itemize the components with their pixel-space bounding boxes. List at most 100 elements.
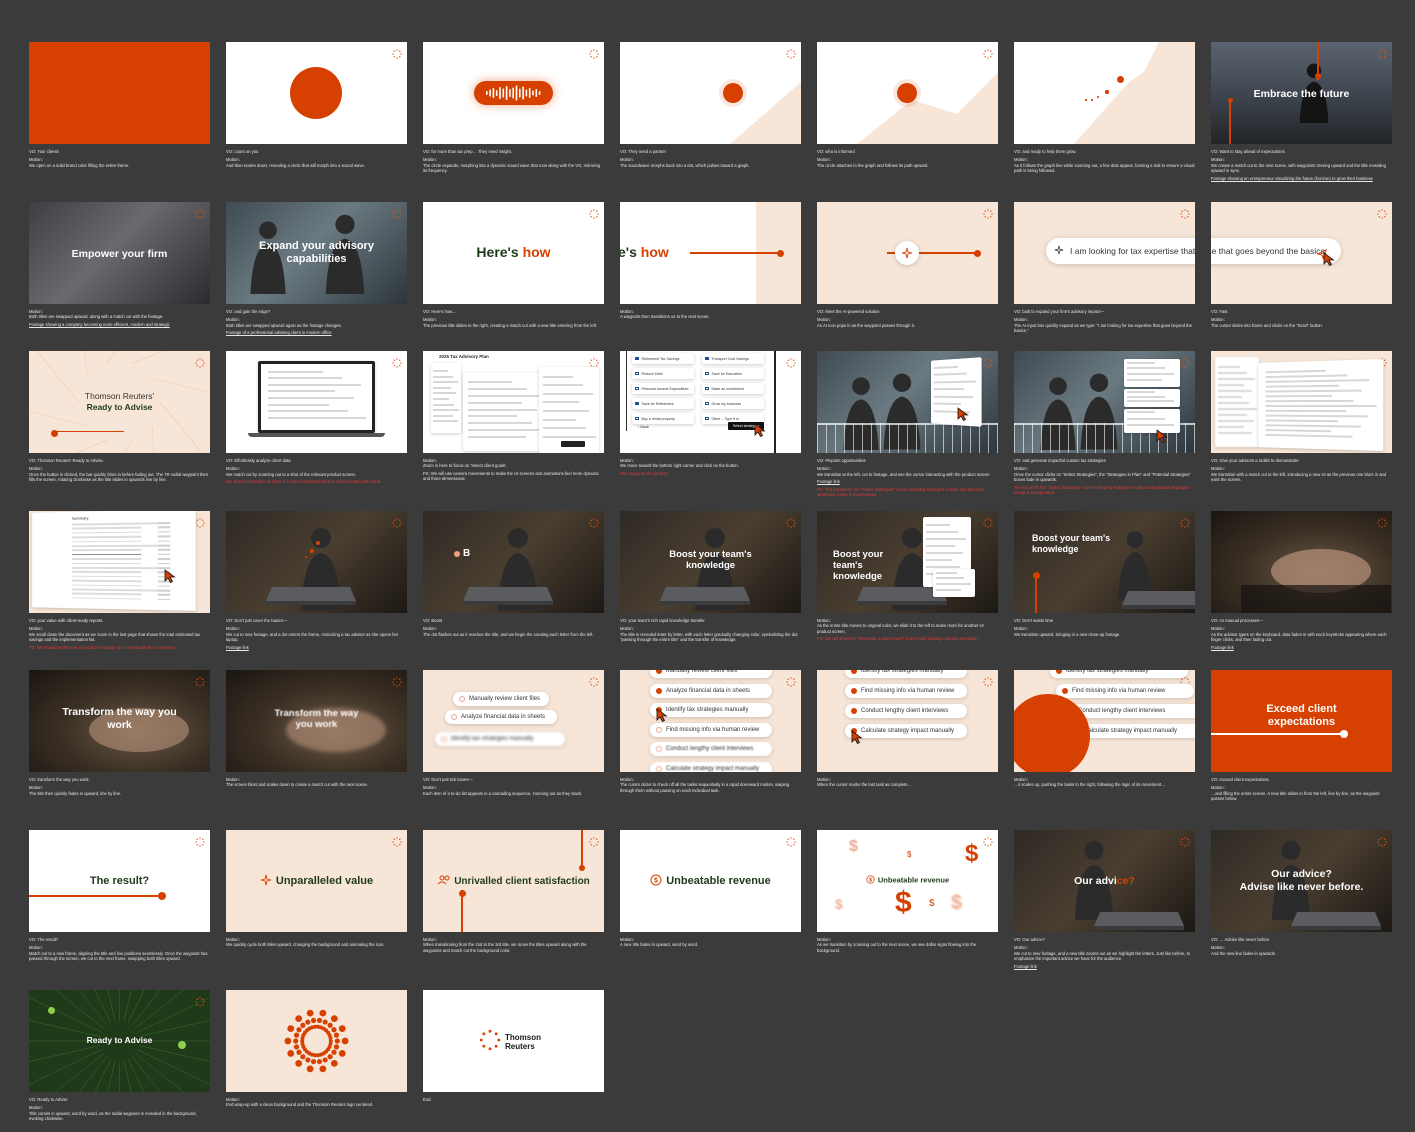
frame-thumbnail[interactable]: e's how <box>620 202 801 304</box>
footage-link[interactable]: Footage of a professional advising clien… <box>226 330 407 335</box>
strategy-option[interactable]: Buy a rental property <box>632 413 694 424</box>
frame-thumbnail[interactable]: Expand your advisory capabilities <box>226 202 407 304</box>
frame-thumbnail[interactable]: Unrivalled client satisfaction <box>423 830 604 932</box>
storyboard-frame[interactable]: e's how Motion: A waypoint then transition… <box>620 202 801 320</box>
back-link[interactable]: ‹ Back <box>638 425 649 429</box>
strategy-option[interactable]: Transport Cost Savings <box>702 353 764 364</box>
storyboard-frame[interactable]: Identify tax strategies manually Find mis… <box>817 670 998 788</box>
frame-thumbnail[interactable] <box>1014 351 1195 453</box>
storyboard-frame[interactable]: Embrace the future VO: Want to stay ahead… <box>1211 42 1392 181</box>
footage-link[interactable]: Footage showing an entrepreneur visualiz… <box>1211 176 1392 181</box>
storyboard-frame[interactable]: Empower your firm Motion: Both titles are … <box>29 202 210 327</box>
frame-thumbnail[interactable]: Ready to Advise <box>29 990 210 1092</box>
storyboard-frame[interactable]: Boost your team's knowledge Motion: As the… <box>817 511 998 642</box>
storyboard-frame[interactable]: Thomson Reuters End. <box>423 990 604 1102</box>
storyboard-frame[interactable]: VO: and generate impactful custom tax st… <box>1014 351 1195 495</box>
select-button[interactable] <box>561 441 585 447</box>
frame-thumbnail[interactable]: Unparalleled value <box>226 830 407 932</box>
frame-thumbnail[interactable] <box>226 42 407 144</box>
frame-thumbnail[interactable]: Manually review client files Analyze fina… <box>423 670 604 772</box>
storyboard-frame[interactable]: VO: Pinpoint opportunities Motion: We tran… <box>817 351 998 497</box>
frame-thumbnail[interactable]: I am looking for tax expertise that goes… <box>1211 202 1392 304</box>
frame-thumbnail[interactable]: Identify tax strategies manually Find mis… <box>817 670 998 772</box>
storyboard-frame[interactable]: Unrivalled client satisfaction Motion: Whe… <box>423 830 604 953</box>
storyboard-frame[interactable]: $ $ $ $ $ $ $ $ Unbeatable revenue Motion: As we t… <box>817 830 998 953</box>
frame-thumbnail[interactable] <box>226 511 407 613</box>
frame-thumbnail[interactable]: Empower your firm <box>29 202 210 304</box>
storyboard-frame[interactable]: Transform the way you work Motion: The scr… <box>226 670 407 788</box>
strategy-option[interactable]: Personal Income Expenditure <box>632 383 694 394</box>
footage-link[interactable]: Footage link <box>1014 964 1195 969</box>
footage-link[interactable]: Footage link <box>1211 645 1392 650</box>
frame-thumbnail[interactable] <box>620 42 801 144</box>
frame-thumbnail[interactable] <box>226 351 407 453</box>
frame-thumbnail[interactable]: Manually review client files Analyze fina… <box>620 670 801 772</box>
frame-thumbnail[interactable]: Our advice? Advise like never before. <box>1211 830 1392 932</box>
storyboard-frame[interactable]: Identify tax strategies manually Find mis… <box>1014 670 1195 788</box>
frame-thumbnail[interactable]: 2025 Tax Advisory Plan <box>423 351 604 453</box>
storyboard-frame[interactable]: Expand your advisory capabilities VO: and… <box>226 202 407 336</box>
frame-thumbnail[interactable] <box>817 202 998 304</box>
storyboard-frame[interactable]: Our advice? VO: Our advice? Motion: We cut … <box>1014 830 1195 969</box>
storyboard-frame[interactable]: Motion: End wrap-up with a clean backgrou… <box>226 990 407 1108</box>
frame-thumbnail[interactable]: Here's how <box>423 202 604 304</box>
storyboard-frame[interactable]: Boost your team's knowledge VO: Don't was… <box>1014 511 1195 637</box>
frame-thumbnail[interactable] <box>1014 42 1195 144</box>
strategy-option[interactable]: Save for Retirement <box>632 398 694 409</box>
frame-thumbnail[interactable]: B <box>423 511 604 613</box>
storyboard-frame[interactable]: VO: Effortlessly analyze client data Moti… <box>226 351 407 485</box>
strategy-option[interactable]: Reduce Debt <box>632 368 694 379</box>
frame-thumbnail[interactable]: The result? <box>29 830 210 932</box>
storyboard-frame[interactable]: VO: Meet the AI-powered solution Motion: A… <box>817 202 998 328</box>
frame-thumbnail[interactable]: Retirement Tax Savings Reduce Debt Persona… <box>620 351 801 453</box>
storyboard-frame[interactable]: Unparalleled value Motion: We quickly cycl… <box>226 830 407 948</box>
frame-thumbnail[interactable]: Boost your team's knowledge <box>620 511 801 613</box>
frame-thumbnail[interactable]: I am looking for tax expertise that goes… <box>1014 202 1195 304</box>
footage-link[interactable]: Footage link <box>817 479 998 484</box>
storyboard-frame[interactable]: VO: and ready to help them grow. Motion: A… <box>1014 42 1195 174</box>
frame-thumbnail[interactable] <box>817 351 998 453</box>
footage-link[interactable]: Footage link <box>226 645 407 650</box>
storyboard-frame[interactable]: Transform the way you work VO: transform … <box>29 670 210 796</box>
storyboard-frame[interactable]: Summary VO: your value with client-ready … <box>29 511 210 650</box>
frame-thumbnail[interactable] <box>1211 511 1392 613</box>
frame-thumbnail[interactable]: Thomson Reuters' Ready to Advise <box>29 351 210 453</box>
storyboard-frame[interactable]: VO: who is informed Motion: The circle att… <box>817 42 998 168</box>
frame-thumbnail[interactable] <box>817 42 998 144</box>
frame-thumbnail[interactable]: Exceed client expectations <box>1211 670 1392 772</box>
frame-thumbnail[interactable]: Boost your team's knowledge <box>817 511 998 613</box>
storyboard-frame[interactable]: Boost your team's knowledge VO: your team… <box>620 511 801 643</box>
frame-thumbnail[interactable]: Our advice? <box>1014 830 1195 932</box>
storyboard-frame[interactable]: VO: Give your advisors a toolkit to demo… <box>1211 351 1392 483</box>
frame-thumbnail[interactable]: Summary <box>29 511 210 613</box>
strategy-option[interactable]: Grow my business <box>702 398 764 409</box>
frame-thumbnail[interactable]: Transform the way you work <box>29 670 210 772</box>
frame-thumbnail[interactable]: Thomson Reuters <box>423 990 604 1092</box>
storyboard-frame[interactable]: 2025 Tax Advisory Plan Motion: Zoom in her… <box>423 351 604 482</box>
storyboard-frame[interactable]: B VO: Boost Motion: The dot flashes out as … <box>423 511 604 637</box>
strategy-option[interactable]: Save for Education <box>702 368 764 379</box>
storyboard-frame[interactable]: The result? VO: The result? Motion: Match c… <box>29 830 210 962</box>
frame-thumbnail[interactable]: Boost your team's knowledge <box>1014 511 1195 613</box>
frame-thumbnail[interactable]: Transform the way you work <box>226 670 407 772</box>
frame-thumbnail[interactable] <box>29 42 210 144</box>
strategy-option[interactable]: Make an Investment <box>702 383 764 394</box>
storyboard-frame[interactable]: Manually review client files Analyze fina… <box>620 670 801 793</box>
storyboard-frame[interactable]: VO: Your clients Motion: We open on a soli… <box>29 42 210 168</box>
frame-thumbnail[interactable]: $ $ $ $ $ $ $ $ Unbeatable revenue <box>817 830 998 932</box>
storyboard-frame[interactable]: VO: They need a partner Motion: The soundw… <box>620 42 801 168</box>
strategy-option[interactable]: Retirement Tax Savings <box>632 353 694 364</box>
storyboard-frame[interactable]: Thomson Reuters' Ready to Advise VO: Thoms… <box>29 351 210 483</box>
frame-thumbnail[interactable] <box>1211 351 1392 453</box>
storyboard-frame[interactable]: Ready to Advise VO: Ready to Advise Motion… <box>29 990 210 1122</box>
storyboard-frame[interactable]: Our advice? Advise like never before. VO: … <box>1211 830 1392 956</box>
storyboard-frame[interactable]: VO: on manual processes— Motion: As the ad… <box>1211 511 1392 650</box>
storyboard-frame[interactable]: Manually review client files Analyze fina… <box>423 670 604 796</box>
frame-thumbnail[interactable] <box>423 42 604 144</box>
frame-thumbnail[interactable] <box>226 990 407 1092</box>
frame-thumbnail[interactable]: Identify tax strategies manually Find mis… <box>1014 670 1195 772</box>
storyboard-frame[interactable]: VO: for more than tax prep… They need in… <box>423 42 604 174</box>
storyboard-frame[interactable]: Retirement Tax Savings Reduce Debt Persona… <box>620 351 801 476</box>
storyboard-frame[interactable]: I am looking for tax expertise that goes… <box>1014 202 1195 334</box>
storyboard-frame[interactable]: Here's how VO: Here's how… Motion: The prev… <box>423 202 604 328</box>
